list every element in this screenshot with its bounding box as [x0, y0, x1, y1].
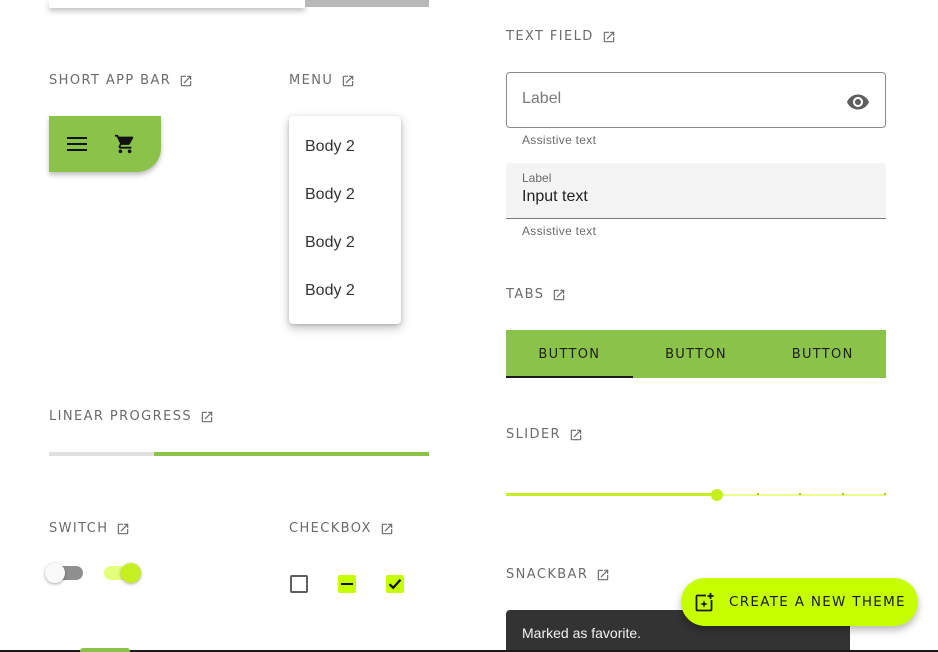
section-label: SHORT APP BAR	[49, 73, 172, 88]
open-in-new-icon[interactable]	[179, 74, 193, 88]
menu-item[interactable]: Body 2	[289, 171, 401, 219]
checkbox-checked[interactable]	[386, 575, 404, 593]
card-shadow-remnant	[49, 0, 305, 8]
short-app-bar	[49, 116, 161, 172]
slider-tick	[757, 493, 759, 495]
section-label: CHECKBOX	[289, 521, 372, 536]
assistive-text: Assistive text	[522, 224, 597, 238]
section-title-short-app-bar: SHORT APP BAR	[49, 73, 193, 88]
snackbar-message: Marked as favorite.	[522, 625, 642, 641]
open-in-new-icon[interactable]	[341, 74, 355, 88]
progress-indicator	[154, 452, 429, 456]
section-title-tabs: TABS	[506, 287, 566, 302]
open-in-new-icon[interactable]	[569, 428, 583, 442]
fab-label: CREATE A NEW THEME	[729, 594, 906, 610]
section-label: SWITCH	[49, 521, 109, 536]
checkbox-indeterminate[interactable]	[338, 575, 356, 593]
section-label: LINEAR PROGRESS	[49, 409, 193, 424]
filled-text-field[interactable]: Label Input text	[506, 163, 886, 219]
section-title-linear-progress: LINEAR PROGRESS	[49, 409, 214, 424]
menu-item[interactable]: Body 2	[289, 219, 401, 267]
create-theme-fab[interactable]: CREATE A NEW THEME	[681, 578, 918, 626]
switch-on[interactable]	[104, 562, 144, 584]
slider-tick	[799, 493, 801, 495]
open-in-new-icon[interactable]	[200, 410, 214, 424]
tab-2[interactable]: BUTTON	[633, 330, 760, 378]
tab-1[interactable]: BUTTON	[506, 330, 633, 378]
divider-remnant	[305, 0, 429, 7]
section-title-text-field: TEXT FIELD	[506, 29, 616, 44]
section-label: SNACKBAR	[506, 567, 589, 582]
section-label: TABS	[506, 287, 545, 302]
outlined-text-field[interactable]: Label	[506, 72, 886, 128]
open-in-new-icon[interactable]	[552, 288, 566, 302]
slider-tick	[884, 493, 886, 495]
switch-off[interactable]	[45, 562, 85, 584]
switch-thumb	[121, 563, 141, 583]
section-title-checkbox: CHECKBOX	[289, 521, 394, 536]
field-label: Label	[522, 90, 562, 107]
open-in-new-icon[interactable]	[602, 30, 616, 44]
slider-active-track	[506, 493, 717, 496]
field-label: Label	[522, 171, 552, 185]
section-title-snackbar: SNACKBAR	[506, 567, 610, 582]
section-title-slider: SLIDER	[506, 427, 583, 442]
slider-thumb[interactable]	[711, 489, 723, 501]
switch-thumb	[45, 563, 65, 583]
section-title-menu: MENU	[289, 73, 355, 88]
open-in-new-icon[interactable]	[116, 522, 130, 536]
section-title-switch: SWITCH	[49, 521, 130, 536]
tab-3[interactable]: BUTTON	[759, 330, 886, 378]
open-in-new-icon[interactable]	[380, 522, 394, 536]
assistive-text: Assistive text	[522, 133, 597, 147]
checkbox-unchecked[interactable]	[290, 575, 308, 593]
section-label: SLIDER	[506, 427, 561, 442]
bottom-accent	[80, 648, 130, 652]
menu-item[interactable]: Body 2	[289, 267, 401, 315]
tab-bar: BUTTON BUTTON BUTTON	[506, 330, 886, 378]
new-theme-icon	[695, 592, 715, 612]
section-label: MENU	[289, 73, 334, 88]
menu-icon[interactable]	[66, 133, 88, 155]
menu-list: Body 2 Body 2 Body 2 Body 2	[289, 116, 401, 324]
section-label: TEXT FIELD	[506, 29, 594, 44]
cart-icon[interactable]	[114, 133, 136, 155]
eye-icon[interactable]	[846, 90, 870, 114]
dash-icon	[341, 583, 353, 585]
field-value: Input text	[522, 188, 588, 205]
check-icon	[388, 579, 402, 590]
open-in-new-icon[interactable]	[596, 568, 610, 582]
menu-item[interactable]: Body 2	[289, 123, 401, 171]
slider-tick	[842, 493, 844, 495]
